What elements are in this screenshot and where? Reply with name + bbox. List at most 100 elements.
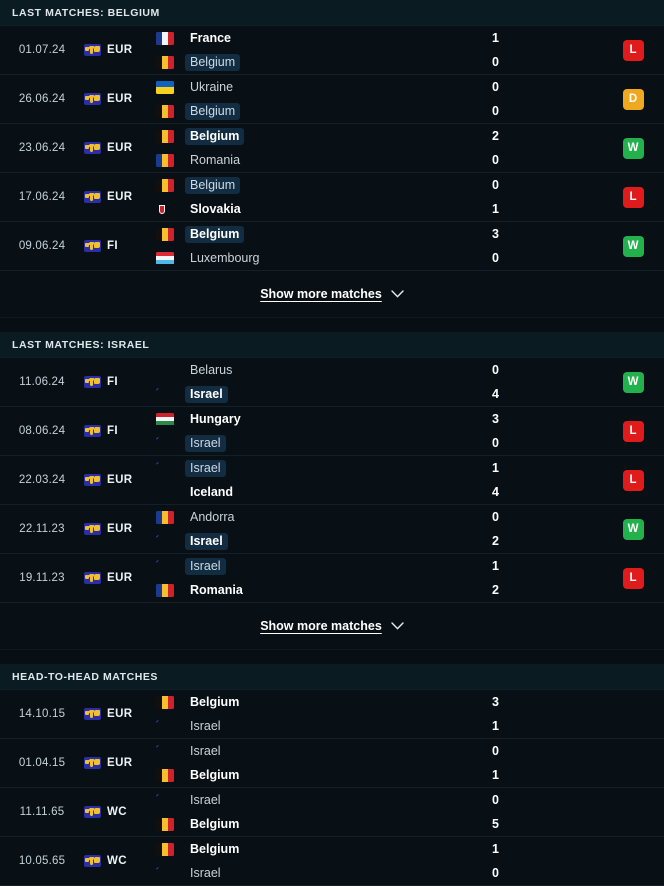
competition-cell[interactable]: EUR	[84, 124, 146, 172]
team-line-away[interactable]: Israel	[156, 434, 452, 452]
team-line-home[interactable]: France	[156, 30, 452, 47]
team-name-away[interactable]: Belgium	[185, 816, 244, 833]
team-line-home[interactable]: Hungary	[156, 411, 452, 428]
team-name-home[interactable]: Andorra	[185, 509, 239, 526]
team-line-home[interactable]: Ukraine	[156, 79, 452, 96]
table-row[interactable]: 17.06.24 EUR Belgium Slovakia 0 1 L	[0, 173, 664, 222]
table-row[interactable]: 11.11.65 WC Israel Belgium 0 5	[0, 788, 664, 837]
team-name-away[interactable]: Luxembourg	[185, 250, 265, 267]
table-row[interactable]: 11.06.24 FI Belarus Israel 0 4 W	[0, 358, 664, 407]
team-line-away[interactable]: Israel	[156, 385, 452, 403]
team-name-home[interactable]: Belgium	[185, 127, 245, 145]
team-name-home[interactable]: Belgium	[185, 694, 244, 711]
competition-cell[interactable]: EUR	[84, 26, 146, 74]
scores-cell: 01	[452, 173, 602, 221]
flag-icon-israel	[156, 866, 174, 880]
team-line-home[interactable]: Belgium	[156, 176, 452, 194]
table-row[interactable]: 19.11.23 EUR Israel Romania 1 2 L	[0, 554, 664, 603]
team-name-away[interactable]: Israel	[185, 385, 228, 403]
team-name-home[interactable]: Israel	[185, 459, 226, 477]
team-line-home[interactable]: Belarus	[156, 362, 452, 379]
flag-icon-israel	[156, 436, 174, 450]
result-cell	[602, 837, 664, 885]
team-name-away[interactable]: Romania	[185, 152, 245, 169]
competition-cell[interactable]: FI	[84, 358, 146, 406]
competition-cell[interactable]: EUR	[84, 505, 146, 553]
home-score: 0	[492, 362, 499, 377]
team-name-home[interactable]: Belarus	[185, 362, 237, 379]
competition-cell[interactable]: EUR	[84, 554, 146, 602]
chevron-down-icon	[391, 290, 404, 298]
competition-code: EUR	[107, 44, 133, 56]
team-line-away[interactable]: Israel	[156, 718, 452, 735]
table-row[interactable]: 22.03.24 EUR Israel Iceland 1 4 L	[0, 456, 664, 505]
team-line-away[interactable]: Belgium	[156, 767, 452, 784]
scores-cell: 30	[452, 407, 602, 455]
team-line-home[interactable]: Israel	[156, 792, 452, 809]
flag-icon-israel	[156, 461, 174, 475]
team-name-home[interactable]: Israel	[185, 557, 226, 575]
show-more-matches-button[interactable]: Show more matches	[260, 619, 404, 633]
team-line-home[interactable]: Belgium	[156, 841, 452, 858]
table-row[interactable]: 26.06.24 EUR Ukraine Belgium 0 0 D	[0, 75, 664, 124]
table-row[interactable]: 14.10.15 EUR Belgium Israel 3 1	[0, 690, 664, 739]
team-line-away[interactable]: Romania	[156, 582, 452, 599]
table-row[interactable]: 01.04.15 EUR Israel Belgium 0 1	[0, 739, 664, 788]
competition-cell[interactable]: WC	[84, 788, 146, 836]
team-name-away[interactable]: Belgium	[185, 767, 244, 784]
team-name-away[interactable]: Iceland	[185, 484, 238, 501]
team-line-home[interactable]: Belgium	[156, 694, 452, 711]
table-row[interactable]: 09.06.24 FI Belgium Luxembourg 3 0 W	[0, 222, 664, 271]
competition-cell[interactable]: EUR	[84, 690, 146, 738]
team-line-away[interactable]: Luxembourg	[156, 250, 452, 267]
team-name-home[interactable]: Belgium	[185, 225, 245, 243]
team-line-away[interactable]: Belgium	[156, 816, 452, 833]
team-name-away[interactable]: Israel	[185, 718, 226, 735]
competition-cell[interactable]: FI	[84, 407, 146, 455]
team-name-away[interactable]: Romania	[185, 582, 248, 599]
team-line-home[interactable]: Belgium	[156, 127, 452, 145]
team-line-home[interactable]: Israel	[156, 557, 452, 575]
competition-code: WC	[107, 855, 127, 867]
match-date: 01.07.24	[18, 44, 66, 56]
team-name-home[interactable]: Belgium	[185, 841, 244, 858]
team-line-away[interactable]: Belgium	[156, 102, 452, 120]
team-name-away[interactable]: Israel	[185, 865, 226, 882]
team-line-home[interactable]: Belgium	[156, 225, 452, 243]
table-row[interactable]: 10.05.65 WC Belgium Israel 1 0	[0, 837, 664, 886]
away-score: 4	[492, 386, 499, 401]
team-name-away[interactable]: Israel	[185, 532, 228, 550]
team-line-away[interactable]: Israel	[156, 865, 452, 882]
table-row[interactable]: 23.06.24 EUR Belgium Romania 2 0 W	[0, 124, 664, 173]
team-name-home[interactable]: Israel	[185, 743, 226, 760]
team-line-home[interactable]: Israel	[156, 459, 452, 477]
competition-cell[interactable]: EUR	[84, 739, 146, 787]
team-name-away[interactable]: Belgium	[185, 102, 241, 120]
show-more-matches-button[interactable]: Show more matches	[260, 287, 404, 301]
team-name-home[interactable]: Belgium	[185, 176, 241, 194]
competition-cell[interactable]: EUR	[84, 456, 146, 504]
team-line-away[interactable]: Belgium	[156, 53, 452, 71]
team-name-away[interactable]: Belgium	[185, 53, 241, 71]
team-line-away[interactable]: Israel	[156, 532, 452, 550]
teams-cell: Hungary Israel	[146, 407, 452, 455]
competition-cell[interactable]: EUR	[84, 75, 146, 123]
team-name-home[interactable]: Hungary	[185, 411, 246, 428]
team-line-away[interactable]: Iceland	[156, 484, 452, 501]
table-row[interactable]: 22.11.23 EUR Andorra Israel 0 2 W	[0, 505, 664, 554]
competition-cell[interactable]: EUR	[84, 173, 146, 221]
team-line-away[interactable]: Slovakia	[156, 201, 452, 218]
team-line-away[interactable]: Romania	[156, 152, 452, 169]
team-name-away[interactable]: Israel	[185, 434, 226, 452]
team-name-home[interactable]: France	[185, 30, 236, 47]
table-row[interactable]: 08.06.24 FI Hungary Israel 3 0 L	[0, 407, 664, 456]
team-name-home[interactable]: Israel	[185, 792, 226, 809]
team-line-home[interactable]: Israel	[156, 743, 452, 760]
team-line-home[interactable]: Andorra	[156, 509, 452, 526]
competition-cell[interactable]: WC	[84, 837, 146, 885]
table-row[interactable]: 01.07.24 EUR France Belgium 1 0 L	[0, 26, 664, 75]
team-name-home[interactable]: Ukraine	[185, 79, 238, 96]
flag-icon-israel	[156, 744, 174, 758]
team-name-away[interactable]: Slovakia	[185, 201, 246, 218]
competition-cell[interactable]: FI	[84, 222, 146, 270]
